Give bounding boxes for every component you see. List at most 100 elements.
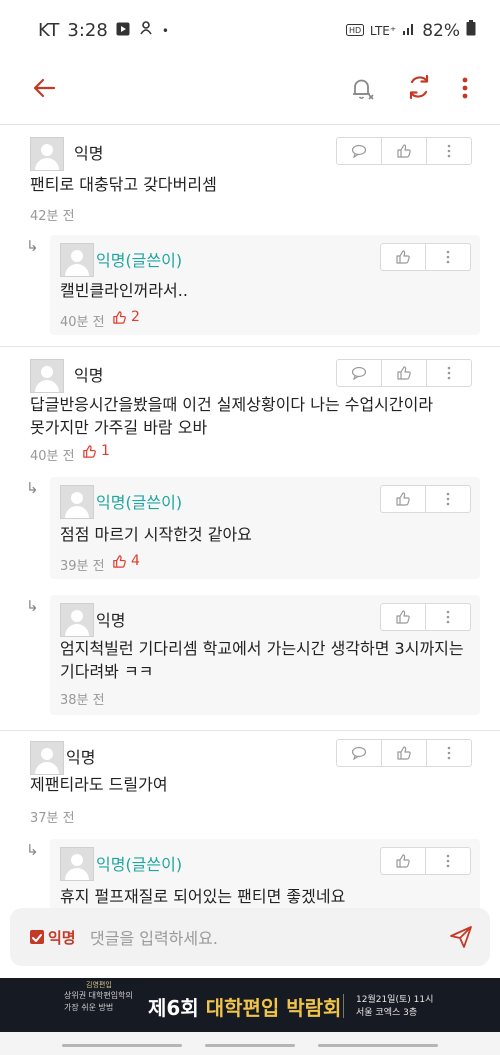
thumbs-up-icon: [396, 610, 410, 624]
ad-subtitle: 상위권 대학편입학의 가장 쉬운 방법: [64, 990, 144, 1014]
comment-more-button[interactable]: [425, 603, 471, 631]
avatar: [60, 847, 94, 881]
system-nav-bar: [0, 1032, 500, 1055]
ad-subtitle-line: 가장 쉬운 방법: [64, 1003, 114, 1012]
ad-banner[interactable]: 김영편입 상위권 대학편입학의 가장 쉬운 방법 제6회 대학편입 박람회 12…: [0, 978, 500, 1032]
reply-button[interactable]: [336, 739, 382, 767]
reply-button[interactable]: [336, 137, 382, 165]
checkmark-icon: [32, 934, 42, 942]
comment-more-button[interactable]: [426, 137, 472, 165]
comment-text: 제팬티라도 드릴가여: [30, 775, 168, 794]
thumbs-up-icon: [397, 746, 411, 760]
reply-time: 38분 전: [60, 693, 105, 708]
anonymous-checkbox[interactable]: [30, 930, 44, 944]
more-vertical-icon: [447, 366, 451, 380]
like-count-value: 4: [131, 553, 140, 569]
like-count: 4: [112, 553, 140, 569]
ad-title-prefix: 제6회: [148, 996, 199, 1020]
comment-time: 42분 전: [30, 209, 75, 224]
reply-item: 익명 엄지척빌런 기다리셈 학교에서 가는시간 생각하면 3시까지는 기다려봐 …: [50, 595, 480, 715]
avatar: [30, 359, 64, 393]
reply-author: 익명(글쓴이): [96, 855, 183, 874]
comment-item: 익명 팬티로 대충닦고 갖다버리셈 42분 전 ↳ 익명(글쓴이) 캘빈클라인꺼…: [0, 124, 500, 345]
comment-item: 익명 제팬티라도 드릴가여 37분 전 ↳ 익명(글쓴이) 휴지 펄프재질로 되…: [0, 730, 500, 910]
nav-back-handle[interactable]: [62, 1044, 182, 1047]
status-bar: KT 3:28 • HD LTE⁺ 82%: [0, 0, 500, 60]
svg-text:HD: HD: [349, 26, 361, 35]
like-count-value: 1: [101, 443, 110, 459]
reply-item: 익명(글쓴이) 점점 마르기 시작한것 같아요 39분 전 4: [50, 477, 480, 579]
hd-icon: HD: [345, 21, 364, 41]
clock: 3:28: [67, 20, 108, 41]
ad-divider: [343, 994, 344, 1018]
anonymous-label[interactable]: 익명: [48, 927, 76, 948]
back-button[interactable]: [28, 70, 64, 106]
comment-actions: [336, 359, 472, 387]
comment-text: 답글반응시간을봤을때 이건 실제상황이다 나는 수업시간이라 못가지만 가주길 …: [30, 395, 434, 437]
comment-list[interactable]: 익명 팬티로 대충닦고 갖다버리셈 42분 전 ↳ 익명(글쓴이) 캘빈클라인꺼…: [0, 120, 500, 910]
reply-text: 휴지 펄프재질로 되어있는 팬티면 좋겠네요: [60, 887, 346, 906]
reply-text: 점점 마르기 시작한것 같아요: [60, 525, 252, 544]
comment-text: 팬티로 대충닦고 갖다버리셈: [30, 175, 217, 194]
reply-button[interactable]: [336, 359, 382, 387]
reply-actions: [380, 243, 471, 271]
avatar: [60, 485, 94, 519]
battery-percent: 82%: [422, 20, 460, 41]
reply-indicator-icon: ↳: [26, 841, 39, 859]
reply-text: 캘빈클라인꺼라서..: [60, 281, 188, 300]
like-button[interactable]: [381, 359, 427, 387]
refresh-button[interactable]: [400, 68, 438, 106]
ad-date-line: 12월21일(토) 11시: [356, 995, 434, 1005]
overflow-dot: •: [161, 23, 169, 38]
reply-indicator-icon: ↳: [26, 237, 39, 255]
like-button[interactable]: [381, 739, 427, 767]
thumbs-up-icon: [397, 366, 411, 380]
like-button[interactable]: [380, 243, 426, 271]
ad-subtitle-line: 상위권 대학편입학의: [64, 991, 133, 1000]
thumbs-up-icon: [396, 854, 410, 868]
like-button[interactable]: [380, 847, 426, 875]
comment-compose-bar: 익명: [10, 908, 490, 966]
like-button[interactable]: [381, 137, 427, 165]
avatar: [30, 137, 64, 171]
nav-home-handle[interactable]: [205, 1044, 295, 1047]
send-button[interactable]: [446, 922, 476, 952]
ad-date: 12월21일(토) 11시 서울 코엑스 3층: [356, 994, 433, 1020]
reply-time: 39분 전: [60, 559, 105, 574]
comment-more-button[interactable]: [425, 847, 471, 875]
reply-actions: [380, 485, 471, 513]
back-arrow-icon: [33, 78, 56, 98]
comment-author: 익명: [66, 748, 96, 767]
comment-more-button[interactable]: [425, 485, 471, 513]
reply-text: 엄지척빌런 기다리셈 학교에서 가는시간 생각하면 3시까지는 기다려봐 ㅋㅋ: [60, 639, 464, 681]
ad-logo: 김영편입: [86, 981, 112, 989]
like-count: 1: [82, 443, 110, 459]
more-vertical-icon: [447, 144, 451, 158]
comment-more-button[interactable]: [426, 359, 472, 387]
comment-more-button[interactable]: [425, 243, 471, 271]
reply-indicator-icon: ↳: [26, 597, 39, 615]
more-vertical-icon: [447, 746, 451, 760]
comment-time: 40분 전: [30, 449, 75, 464]
notification-off-button[interactable]: [344, 70, 380, 106]
like-button[interactable]: [380, 485, 426, 513]
kebab-menu-icon: [462, 77, 468, 99]
app-notification-icon: [138, 20, 154, 41]
battery-icon: [466, 20, 476, 41]
like-count: 2: [112, 309, 140, 325]
ad-title: 제6회 대학편입 박람회: [148, 992, 341, 1021]
nav-recents-handle[interactable]: [318, 1044, 438, 1047]
reply-author: 익명(글쓴이): [96, 251, 183, 270]
more-options-button[interactable]: [450, 68, 480, 106]
comment-input[interactable]: [88, 922, 412, 954]
comment-more-button[interactable]: [426, 739, 472, 767]
thumbs-up-icon: [83, 444, 96, 458]
like-button[interactable]: [380, 603, 426, 631]
thumbs-up-icon: [396, 250, 410, 264]
ad-title-highlight: 대학편입 박람회: [205, 996, 342, 1020]
comment-author: 익명: [74, 144, 104, 163]
avatar: [30, 741, 64, 775]
comment-author: 익명: [74, 366, 104, 385]
app-bar: [0, 60, 500, 120]
thumbs-up-icon: [113, 554, 126, 568]
